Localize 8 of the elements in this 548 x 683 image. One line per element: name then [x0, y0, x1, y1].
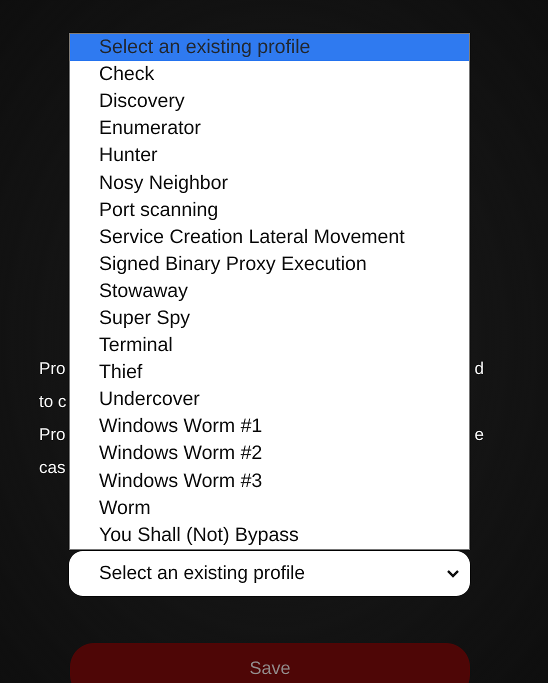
paragraph-text: Pro [39, 424, 66, 444]
paragraph-text: to c [39, 392, 66, 412]
paragraph-text: cas [39, 458, 66, 478]
profile-select[interactable]: Select an existing profile [69, 551, 470, 596]
paragraph-text: Pro [39, 358, 66, 378]
paragraph-text: e [474, 424, 484, 444]
chevron-down-icon [446, 568, 460, 578]
paragraph-text: d [474, 358, 484, 378]
